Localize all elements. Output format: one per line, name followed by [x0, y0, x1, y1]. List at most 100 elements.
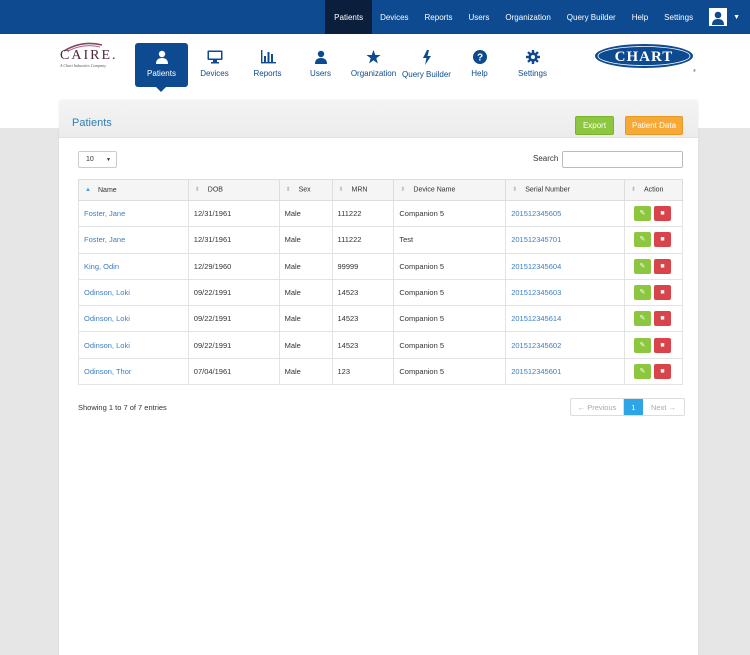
topnav-users[interactable]: Users — [461, 0, 498, 34]
edit-icon[interactable]: ✎ — [633, 258, 651, 274]
sex-cell: Male — [278, 305, 333, 333]
serial-number-link[interactable]: 201512345701 — [505, 226, 625, 254]
serial-number-link[interactable]: 201512345605 — [505, 199, 625, 228]
patient-name-link[interactable]: Foster, Jane — [78, 199, 189, 228]
patient-name-link[interactable]: Odinson, Thor — [78, 357, 189, 386]
edit-icon[interactable]: ✎ — [633, 285, 651, 301]
main-nav: Patients Devices Reports Users Organizat… — [135, 43, 559, 92]
caire-logo[interactable]: CAIRE. A Chart Industries Company — [60, 42, 120, 68]
export-button[interactable]: Export — [575, 116, 614, 135]
table-row: Odinson, Loki 09/22/1991 Male 14523 Comp… — [78, 278, 684, 307]
bar-chart-icon — [260, 50, 276, 64]
patient-name-link[interactable]: Odinson, Loki — [78, 278, 189, 307]
action-cell: ✎ ■ — [623, 226, 684, 254]
serial-number-link[interactable]: 201512345602 — [505, 331, 625, 359]
sort-asc-icon: ▲ — [85, 186, 91, 193]
serial-number-link[interactable]: 201512345603 — [505, 278, 625, 307]
nav-label: Users — [310, 69, 331, 78]
col-header-device-name[interactable]: ⬍ Device Name — [393, 179, 507, 201]
trash-icon[interactable]: ■ — [653, 232, 671, 248]
mrn-cell: 123 — [331, 357, 395, 386]
action-cell: ✎ ■ — [623, 305, 684, 333]
page-length-select[interactable]: 10 ▼ — [78, 151, 117, 168]
gear-icon — [525, 50, 540, 64]
user-menu[interactable]: ▼ — [701, 0, 750, 34]
patient-name-link[interactable]: Odinson, Loki — [78, 305, 189, 333]
col-header-dob[interactable]: ⬍ DOB — [187, 179, 280, 201]
trash-icon[interactable]: ■ — [653, 311, 671, 327]
avatar-icon[interactable] — [709, 8, 728, 26]
page-length-value: 10 — [86, 156, 94, 163]
nav-label: Devices — [200, 69, 229, 78]
monitor-icon — [207, 50, 222, 64]
trash-icon[interactable]: ■ — [653, 258, 671, 274]
top-nav: Patients Devices Reports Users Organizat… — [325, 0, 750, 34]
trash-icon[interactable]: ■ — [653, 206, 671, 222]
serial-number-link[interactable]: 201512345601 — [505, 357, 625, 386]
nav-label: Reports — [253, 69, 282, 78]
page-1-button[interactable]: 1 — [624, 399, 643, 415]
topnav-query-builder[interactable]: Query Builder — [559, 0, 624, 34]
nav-query-builder[interactable]: Query Builder — [400, 43, 453, 87]
mrn-cell: 14523 — [331, 331, 395, 359]
trash-icon[interactable]: ■ — [653, 337, 671, 353]
trash-icon[interactable]: ■ — [653, 363, 671, 379]
edit-icon[interactable]: ✎ — [633, 311, 651, 327]
nav-help[interactable]: ? Help — [453, 43, 506, 87]
nav-reports[interactable]: Reports — [241, 43, 294, 87]
serial-number-link[interactable]: 201512345614 — [505, 305, 625, 333]
nav-devices[interactable]: Devices — [188, 43, 241, 87]
device-name-cell: Companion 5 — [393, 331, 507, 359]
table-row: Odinson, Loki 09/22/1991 Male 14523 Comp… — [78, 305, 684, 333]
edit-icon[interactable]: ✎ — [633, 206, 651, 222]
trash-icon[interactable]: ■ — [653, 285, 671, 301]
table-row: Foster, Jane 12/31/1961 Male 111222 Comp… — [78, 199, 684, 228]
topnav-patients[interactable]: Patients — [325, 0, 373, 34]
nav-label: Organization — [350, 69, 397, 78]
action-cell: ✎ ■ — [623, 331, 684, 359]
serial-number-link[interactable]: 201512345604 — [505, 252, 625, 280]
sex-cell: Male — [278, 226, 333, 254]
edit-icon[interactable]: ✎ — [633, 232, 651, 248]
topnav-settings[interactable]: Settings — [656, 0, 701, 34]
patients-table: ▲ Name ⬍ DOB ⬍ Sex ⬍ MRN ⬍ Device Name ⬍ Seria… — [78, 179, 684, 386]
panel-header: Patients Export Patient Data — [59, 100, 698, 138]
edit-icon[interactable]: ✎ — [633, 363, 651, 379]
col-header-serial-number[interactable]: ⬍ Serial Number — [505, 179, 625, 201]
patient-data-button[interactable]: Patient Data — [625, 116, 683, 135]
topnav-devices[interactable]: Devices — [372, 0, 416, 34]
edit-icon[interactable]: ✎ — [633, 337, 651, 353]
col-header-sex[interactable]: ⬍ Sex — [278, 179, 333, 201]
patient-name-link[interactable]: Foster, Jane — [78, 226, 189, 254]
mrn-cell: 14523 — [331, 305, 395, 333]
nav-patients[interactable]: Patients — [135, 43, 188, 92]
svg-text:?: ? — [476, 53, 482, 64]
previous-page-button[interactable]: ← Previous — [571, 399, 624, 415]
topnav-reports[interactable]: Reports — [417, 0, 461, 34]
user-icon — [314, 50, 327, 64]
next-page-button[interactable]: Next → — [643, 399, 684, 415]
chevron-down-icon: ▼ — [106, 157, 111, 163]
nav-organization[interactable]: Organization — [347, 43, 400, 87]
device-name-cell: Companion 5 — [393, 199, 507, 228]
patient-name-link[interactable]: Odinson, Loki — [78, 331, 189, 359]
patient-name-link[interactable]: King, Odin — [78, 252, 189, 280]
chart-logo-text: CHART — [615, 49, 674, 65]
sex-cell: Male — [278, 357, 333, 386]
nav-users[interactable]: Users — [294, 43, 347, 87]
user-icon — [155, 50, 168, 64]
topnav-help[interactable]: Help — [624, 0, 656, 34]
chart-logo[interactable]: CHART ® — [594, 42, 698, 74]
mrn-cell: 111222 — [331, 226, 395, 254]
table-row: Foster, Jane 12/31/1961 Male 111222 Test… — [78, 226, 684, 254]
chevron-down-icon[interactable]: ▼ — [733, 14, 740, 21]
col-header-mrn[interactable]: ⬍ MRN — [331, 179, 395, 201]
topnav-organization[interactable]: Organization — [497, 0, 558, 34]
col-header-name[interactable]: ▲ Name — [78, 179, 189, 201]
search-input[interactable] — [562, 151, 683, 168]
sex-cell: Male — [278, 252, 333, 280]
dob-cell: 12/31/1961 — [187, 226, 280, 254]
table-header-row: ▲ Name ⬍ DOB ⬍ Sex ⬍ MRN ⬍ Device Name ⬍ Seria… — [78, 179, 684, 201]
nav-settings[interactable]: Settings — [506, 43, 559, 87]
search-label: Search — [533, 154, 559, 163]
